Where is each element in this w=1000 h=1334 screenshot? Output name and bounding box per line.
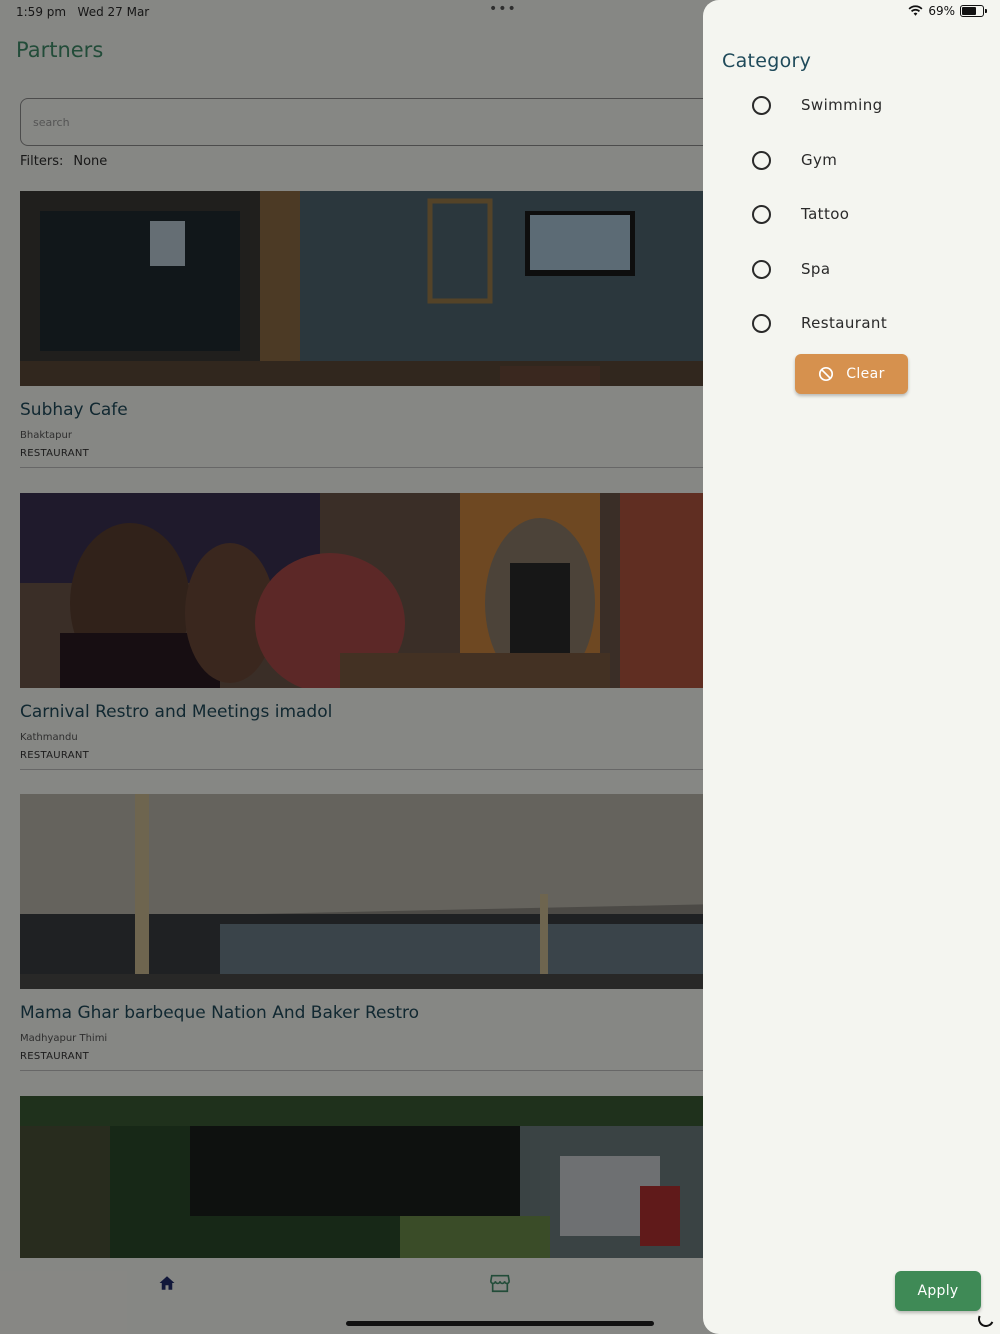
drawer-title: Category — [722, 50, 812, 72]
category-option-swimming[interactable]: Swimming — [752, 90, 883, 120]
option-label: Gym — [801, 151, 838, 169]
radio-button[interactable] — [752, 313, 771, 333]
battery-percent: 69% — [928, 4, 955, 18]
option-label: Tattoo — [801, 205, 850, 223]
block-icon — [819, 366, 834, 382]
category-option-spa[interactable]: Spa — [752, 254, 830, 284]
category-option-tattoo[interactable]: Tattoo — [752, 199, 849, 229]
clear-button[interactable]: Clear — [795, 354, 908, 394]
option-label: Swimming — [801, 96, 883, 114]
radio-button[interactable] — [752, 150, 771, 170]
category-option-gym[interactable]: Gym — [752, 145, 837, 175]
home-indicator[interactable] — [346, 1321, 654, 1326]
battery-icon — [960, 5, 987, 17]
option-label: Restaurant — [801, 314, 888, 332]
category-option-restaurant[interactable]: Restaurant — [752, 308, 887, 338]
loading-spinner-icon — [975, 1308, 997, 1330]
battery-fill — [962, 7, 976, 15]
radio-button[interactable] — [752, 95, 771, 115]
wifi-icon — [908, 5, 923, 16]
status-indicators: 69% — [908, 4, 987, 18]
clear-label: Clear — [846, 366, 885, 382]
radio-button[interactable] — [752, 259, 771, 279]
category-filter-drawer: 69% Category Swimming Gym Tattoo Spa Res… — [703, 0, 1000, 1334]
option-label: Spa — [801, 260, 831, 278]
radio-button[interactable] — [752, 204, 771, 224]
apply-button[interactable]: Apply — [895, 1271, 981, 1311]
